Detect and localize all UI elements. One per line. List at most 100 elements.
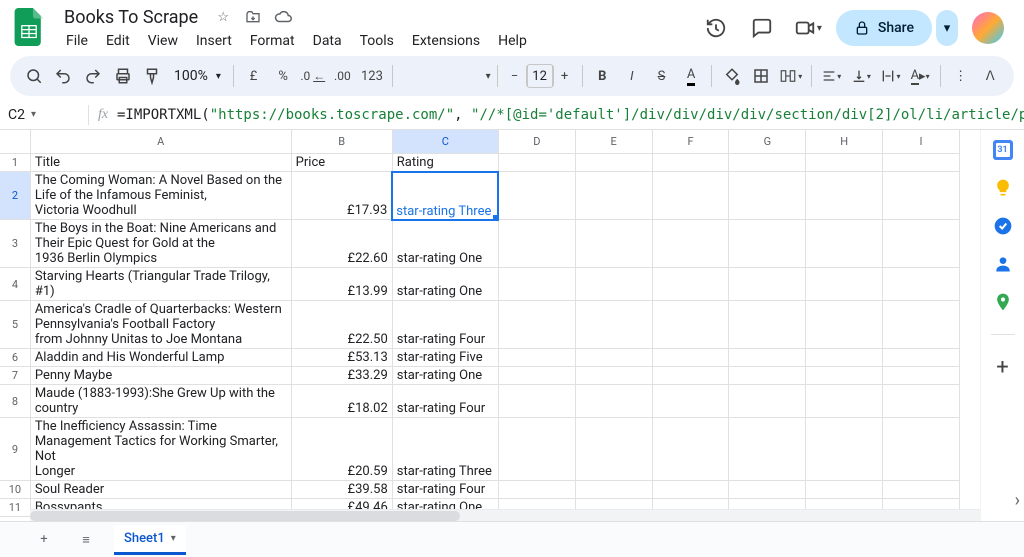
more-formats-btn[interactable]: 123 [358, 61, 386, 91]
col-header[interactable]: A [30, 130, 291, 153]
cell[interactable] [883, 481, 960, 499]
cell[interactable] [883, 367, 960, 385]
move-icon[interactable] [242, 6, 264, 28]
cell[interactable] [652, 385, 729, 418]
cell[interactable] [575, 220, 652, 268]
font-select[interactable]: ▾ [399, 61, 491, 91]
cell[interactable] [575, 418, 652, 481]
menu-format[interactable]: Format [242, 30, 303, 52]
row-header[interactable]: 10 [0, 481, 30, 499]
contacts-icon[interactable] [993, 254, 1013, 274]
cell[interactable] [575, 349, 652, 367]
cell[interactable]: star-rating One [392, 367, 498, 385]
col-header[interactable] [0, 130, 30, 153]
italic-btn[interactable]: I [618, 61, 646, 91]
currency-btn[interactable]: £ [240, 61, 268, 91]
cell[interactable] [498, 153, 575, 172]
cell[interactable] [883, 301, 960, 349]
account-avatar[interactable] [972, 12, 1004, 44]
zoom-select[interactable]: 100%▾ [168, 68, 227, 84]
cell[interactable] [575, 153, 652, 172]
menu-edit[interactable]: Edit [98, 30, 138, 52]
menu-view[interactable]: View [140, 30, 186, 52]
keep-icon[interactable] [993, 178, 1013, 198]
bold-btn[interactable]: B [589, 61, 617, 91]
font-size-decrease[interactable]: − [504, 61, 526, 91]
cell[interactable] [652, 220, 729, 268]
wrap-btn[interactable]: ▾ [877, 61, 905, 91]
cell[interactable] [729, 220, 806, 268]
cell[interactable]: Penny Maybe [30, 367, 291, 385]
cell[interactable] [498, 172, 575, 220]
row-header[interactable]: 5 [0, 301, 30, 349]
cell[interactable] [883, 153, 960, 172]
print-icon[interactable] [109, 61, 137, 91]
cloud-icon[interactable] [272, 6, 294, 28]
cell[interactable]: The Boys in the Boat: Nine Americans and… [30, 220, 291, 268]
cell[interactable]: star-rating Four [392, 385, 498, 418]
cell[interactable] [575, 301, 652, 349]
cell[interactable] [498, 301, 575, 349]
redo-icon[interactable] [79, 61, 107, 91]
cell[interactable]: Rating [392, 153, 498, 172]
cell[interactable]: Starving Hearts (Triangular Trade Trilog… [30, 268, 291, 301]
cell[interactable] [729, 153, 806, 172]
cell[interactable] [652, 481, 729, 499]
cell[interactable]: The Inefficiency Assassin: Time Manageme… [30, 418, 291, 481]
row-header[interactable]: 6 [0, 349, 30, 367]
cell[interactable] [575, 367, 652, 385]
cell[interactable]: The Coming Woman: A Novel Based on the L… [30, 172, 291, 220]
increase-decimal-btn[interactable]: .00 [329, 61, 357, 91]
row-header[interactable]: 7 [0, 367, 30, 385]
cell[interactable] [729, 367, 806, 385]
undo-icon[interactable] [50, 61, 78, 91]
cell[interactable]: £20.59 [291, 418, 392, 481]
col-header[interactable]: C [392, 130, 498, 153]
col-header[interactable]: B [291, 130, 392, 153]
cell[interactable] [806, 220, 883, 268]
cell[interactable] [883, 418, 960, 481]
font-size-increase[interactable]: + [554, 61, 576, 91]
cell[interactable]: Price [291, 153, 392, 172]
cell[interactable]: star-rating Three [392, 418, 498, 481]
cell[interactable] [806, 172, 883, 220]
calendar-icon[interactable]: 31 [993, 140, 1013, 160]
menu-extensions[interactable]: Extensions [404, 30, 488, 52]
cell[interactable] [498, 349, 575, 367]
cell[interactable] [806, 481, 883, 499]
sheets-logo[interactable] [10, 8, 48, 46]
cell[interactable] [883, 220, 960, 268]
font-size-value[interactable]: 12 [527, 65, 553, 87]
cell[interactable]: star-rating Four [392, 301, 498, 349]
row-header[interactable]: 8 [0, 385, 30, 418]
comment-icon[interactable] [744, 10, 780, 46]
percent-btn[interactable]: % [269, 61, 297, 91]
col-header[interactable]: G [729, 130, 806, 153]
cell[interactable] [729, 385, 806, 418]
cell[interactable]: £33.29 [291, 367, 392, 385]
collapse-toolbar-icon[interactable]: ᐱ [976, 61, 1004, 91]
cell[interactable] [883, 172, 960, 220]
cell[interactable]: £18.02 [291, 385, 392, 418]
decrease-decimal-btn[interactable]: .0 ← [299, 61, 327, 91]
share-button[interactable]: Share [836, 10, 932, 46]
text-color-btn[interactable]: A [677, 61, 705, 91]
cell[interactable] [806, 349, 883, 367]
cell[interactable] [498, 481, 575, 499]
cell[interactable] [498, 268, 575, 301]
v-align-btn[interactable]: ▾ [847, 61, 875, 91]
merge-btn[interactable]: ▾ [777, 61, 805, 91]
hide-sidepanel-icon[interactable]: › [1015, 490, 1020, 511]
cell[interactable] [883, 268, 960, 301]
cell[interactable]: star-rating Five [392, 349, 498, 367]
cell[interactable] [806, 153, 883, 172]
cell[interactable]: star-rating Three [392, 172, 498, 220]
cell[interactable]: star-rating One [392, 268, 498, 301]
row-header[interactable]: 4 [0, 268, 30, 301]
col-header[interactable]: I [883, 130, 960, 153]
h-align-btn[interactable]: ▾ [818, 61, 846, 91]
name-box[interactable]: C2▾ [0, 107, 88, 123]
menu-insert[interactable]: Insert [188, 30, 240, 52]
col-header[interactable]: H [806, 130, 883, 153]
cell[interactable]: £22.50 [291, 301, 392, 349]
